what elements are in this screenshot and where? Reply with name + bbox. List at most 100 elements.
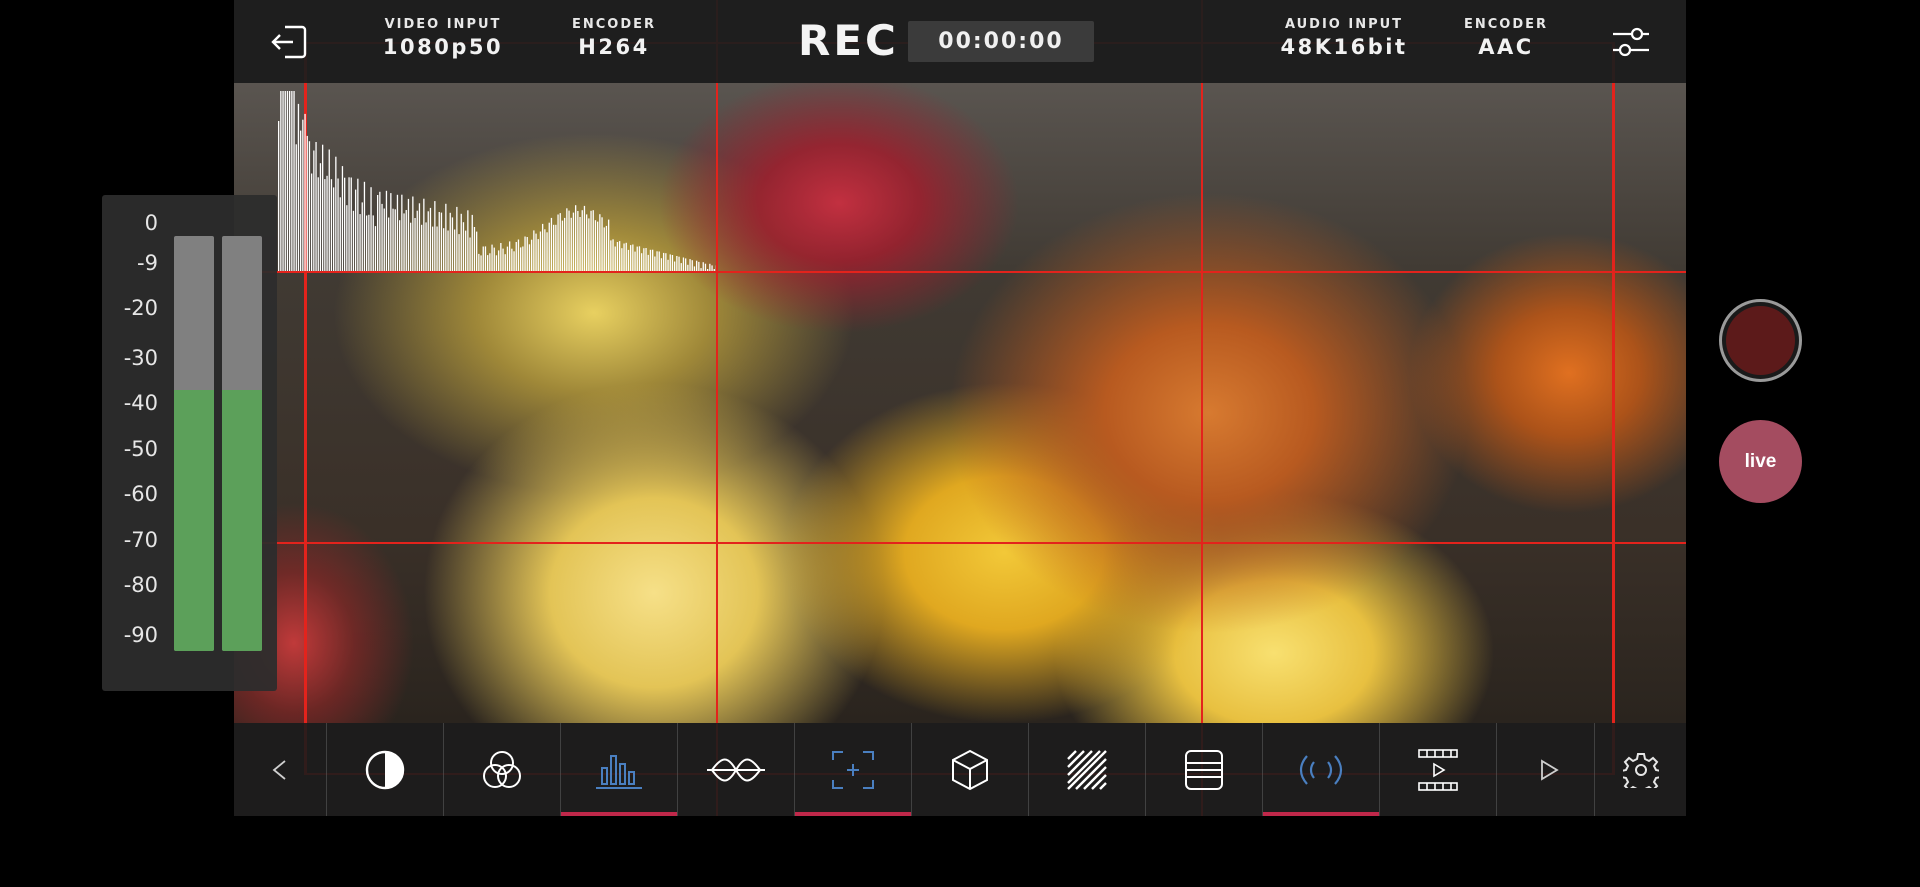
meter-scale-label: 0 bbox=[144, 211, 158, 235]
histogram-bar bbox=[520, 247, 522, 271]
lut-tool-button[interactable] bbox=[912, 723, 1028, 816]
histogram-bar bbox=[372, 215, 374, 271]
histogram-bar bbox=[449, 212, 451, 271]
histogram-bar bbox=[407, 198, 410, 271]
adjustments-button[interactable] bbox=[1609, 20, 1653, 64]
histogram-bar bbox=[421, 224, 423, 271]
histogram-bar bbox=[280, 91, 282, 271]
histogram-bar bbox=[559, 213, 561, 271]
histogram-bar bbox=[548, 222, 550, 271]
histogram-bar bbox=[665, 253, 667, 271]
histogram-bar bbox=[704, 263, 707, 271]
histogram-bar bbox=[410, 222, 412, 271]
histogram-bar bbox=[533, 230, 535, 271]
histogram-bar bbox=[522, 246, 524, 271]
bottom-toolbar bbox=[234, 723, 1686, 816]
histogram-overlay bbox=[278, 91, 716, 271]
histogram-bar bbox=[328, 149, 330, 271]
stream-tool-button[interactable] bbox=[1263, 723, 1379, 816]
histogram-bar bbox=[601, 217, 603, 271]
active-indicator bbox=[561, 812, 677, 816]
playback-tool-button[interactable] bbox=[1380, 723, 1496, 816]
histogram-bar bbox=[414, 218, 416, 271]
toolbar-prev-button[interactable] bbox=[234, 723, 326, 816]
toolbar-next-button[interactable] bbox=[1497, 723, 1601, 816]
exit-button[interactable] bbox=[267, 20, 311, 64]
histogram-bar bbox=[401, 194, 403, 271]
histogram-tool-button[interactable] bbox=[561, 723, 677, 816]
histogram-bar bbox=[462, 222, 465, 271]
video-encoder-label: ENCODER bbox=[571, 17, 657, 32]
meter-scale-label: -90 bbox=[123, 623, 158, 647]
color-channels-icon bbox=[483, 750, 521, 788]
histogram-bar bbox=[592, 210, 594, 271]
histogram-bar bbox=[623, 243, 625, 271]
record-dot-icon bbox=[1726, 306, 1795, 375]
grid-line-horizontal-1 bbox=[234, 271, 1686, 273]
histogram-bar bbox=[713, 269, 715, 271]
histogram-bar bbox=[641, 253, 643, 271]
histogram-bar bbox=[555, 224, 557, 271]
histogram-bar bbox=[416, 210, 418, 271]
histogram-bar bbox=[302, 119, 304, 271]
exposure-tool-button[interactable] bbox=[327, 723, 443, 816]
timecode-display: 00:00:00 bbox=[908, 21, 1094, 62]
histogram-bar bbox=[605, 225, 608, 271]
histogram-bar bbox=[291, 91, 293, 271]
histogram-bar bbox=[438, 212, 440, 271]
histogram-bar bbox=[460, 213, 462, 271]
histogram-bar bbox=[702, 262, 704, 271]
histogram-bar bbox=[412, 196, 414, 271]
record-button[interactable] bbox=[1719, 299, 1802, 382]
histogram-bar bbox=[445, 203, 447, 271]
histogram-bar bbox=[341, 166, 344, 271]
meter-level-left bbox=[174, 389, 214, 651]
histogram-bar bbox=[526, 237, 528, 271]
settings-button[interactable] bbox=[1595, 723, 1686, 816]
histogram-bar bbox=[293, 91, 295, 271]
focus-frame-tool-button[interactable] bbox=[795, 723, 911, 816]
histogram-bar bbox=[568, 210, 570, 271]
sliders-icon bbox=[1613, 27, 1649, 57]
color-channels-tool-button[interactable] bbox=[444, 723, 560, 816]
live-button[interactable]: live bbox=[1719, 420, 1802, 503]
histogram-bar bbox=[660, 258, 663, 271]
histogram-bar bbox=[399, 220, 401, 271]
zebra-tool-button[interactable] bbox=[1029, 723, 1145, 816]
histogram-bar bbox=[317, 177, 319, 271]
histogram-bar bbox=[335, 156, 337, 271]
histogram-bar bbox=[440, 212, 443, 271]
histogram-bar bbox=[436, 226, 438, 271]
histogram-bar bbox=[491, 244, 493, 271]
histogram-bar bbox=[614, 246, 616, 271]
histogram-bar bbox=[306, 135, 308, 271]
meter-scale-label: -40 bbox=[123, 391, 158, 415]
histogram-bar bbox=[484, 246, 487, 271]
histogram-bar bbox=[550, 217, 553, 271]
histogram-bar bbox=[374, 226, 377, 271]
histogram-bar bbox=[674, 261, 676, 271]
histogram-bar bbox=[493, 247, 495, 271]
histogram-bar bbox=[583, 205, 586, 271]
meter-scale-label: -50 bbox=[123, 437, 158, 461]
histogram-bar bbox=[405, 210, 407, 271]
guides-icon bbox=[1185, 749, 1223, 790]
histogram-bar bbox=[691, 260, 693, 271]
waveform-tool-button[interactable] bbox=[678, 723, 794, 816]
histogram-bar bbox=[361, 202, 363, 271]
histogram-bar bbox=[425, 222, 427, 271]
histogram-bar bbox=[634, 251, 636, 271]
histogram-bar bbox=[339, 197, 341, 271]
histogram-bar bbox=[337, 178, 339, 271]
histogram-bar bbox=[511, 248, 513, 271]
histogram-bar bbox=[432, 226, 434, 271]
lut-cube-icon bbox=[952, 749, 988, 790]
histogram-bar bbox=[588, 218, 590, 271]
histogram-bar bbox=[388, 217, 390, 271]
histogram-bar bbox=[295, 144, 297, 271]
histogram-icon bbox=[596, 754, 642, 789]
histogram-bar bbox=[313, 150, 315, 271]
guides-tool-button[interactable] bbox=[1146, 723, 1262, 816]
histogram-bar bbox=[506, 246, 509, 271]
histogram-bar bbox=[429, 207, 432, 271]
